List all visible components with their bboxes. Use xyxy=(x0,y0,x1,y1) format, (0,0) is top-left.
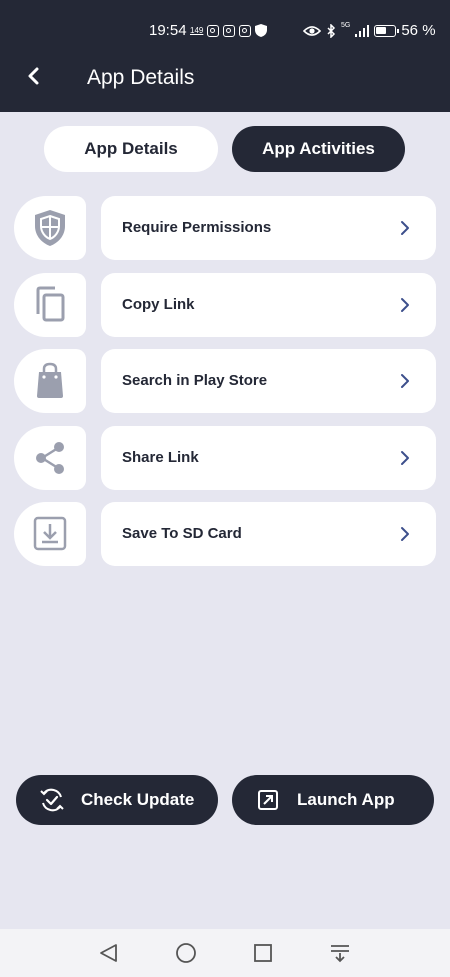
list-item-label: Require Permissions xyxy=(122,219,272,236)
back-button[interactable] xyxy=(20,61,48,91)
check-update-label: Check Update xyxy=(81,790,195,809)
icon-container xyxy=(14,426,86,490)
list-item-label: Search in Play Store xyxy=(122,372,268,389)
list-item-search-play-store: Search in Play Store xyxy=(0,349,450,413)
chevron-right-icon xyxy=(401,298,409,312)
refresh-check-icon xyxy=(39,787,65,813)
check-update-button[interactable]: Check Update xyxy=(16,775,218,825)
shield-status-icon xyxy=(255,24,268,37)
status-system-icons: 5G 56 % xyxy=(303,22,436,39)
chevron-right-icon xyxy=(401,451,409,465)
list-item-copy-link: Copy Link xyxy=(0,273,450,337)
instagram-icon xyxy=(223,24,236,37)
icon-container xyxy=(14,196,86,260)
nav-recents-icon[interactable] xyxy=(251,941,275,965)
shopping-bag-icon xyxy=(37,362,63,398)
network-type: 5G xyxy=(341,22,351,29)
bluetooth-icon xyxy=(327,23,336,38)
save-sd-card-button[interactable]: Save To SD Card xyxy=(101,502,436,566)
nav-notifications-icon[interactable] xyxy=(328,941,352,965)
eye-icon xyxy=(303,25,321,36)
copy-link-button[interactable]: Copy Link xyxy=(101,273,436,337)
status-notification-icons: 149 xyxy=(190,24,268,37)
system-nav-bar xyxy=(0,929,450,977)
require-permissions-button[interactable]: Require Permissions xyxy=(101,196,436,260)
list-item-label: Share Link xyxy=(122,449,199,466)
signal-icon xyxy=(355,24,370,37)
instagram-icon xyxy=(207,24,220,37)
chevron-right-icon xyxy=(401,527,409,541)
icon-container xyxy=(14,502,86,566)
launch-app-button[interactable]: Launch App xyxy=(232,775,434,825)
battery-icon xyxy=(374,24,400,37)
share-link-button[interactable]: Share Link xyxy=(101,426,436,490)
search-play-store-button[interactable]: Search in Play Store xyxy=(101,349,436,413)
page-title: App Details xyxy=(87,66,195,89)
chevron-right-icon xyxy=(401,374,409,388)
chevron-left-icon xyxy=(28,67,39,85)
icon-container xyxy=(14,349,86,413)
shield-icon xyxy=(35,210,65,246)
list-item-label: Save To SD Card xyxy=(122,525,242,542)
tab-app-activities[interactable]: App Activities xyxy=(232,126,405,172)
tab-app-details[interactable]: App Details xyxy=(44,126,218,172)
notification-count: 149 xyxy=(190,26,204,35)
launch-app-label: Launch App xyxy=(297,790,395,809)
external-link-icon xyxy=(255,787,281,813)
list-item-require-permissions: Require Permissions xyxy=(0,196,450,260)
download-icon xyxy=(33,516,67,551)
icon-container xyxy=(14,273,86,337)
list-item-save-sd-card: Save To SD Card xyxy=(0,502,450,566)
list-item-label: Copy Link xyxy=(122,296,195,313)
status-bar: 19:54 149 5G 56 % xyxy=(0,0,450,45)
chevron-right-icon xyxy=(401,221,409,235)
nav-back-icon[interactable] xyxy=(97,941,121,965)
clock: 19:54 xyxy=(149,22,187,39)
share-icon xyxy=(36,442,64,474)
copy-icon xyxy=(36,286,65,322)
instagram-icon xyxy=(239,24,252,37)
nav-home-icon[interactable] xyxy=(174,941,198,965)
battery-percent: 56 % xyxy=(401,22,436,39)
list-item-share-link: Share Link xyxy=(0,426,450,490)
app-bar: App Details xyxy=(0,45,450,112)
